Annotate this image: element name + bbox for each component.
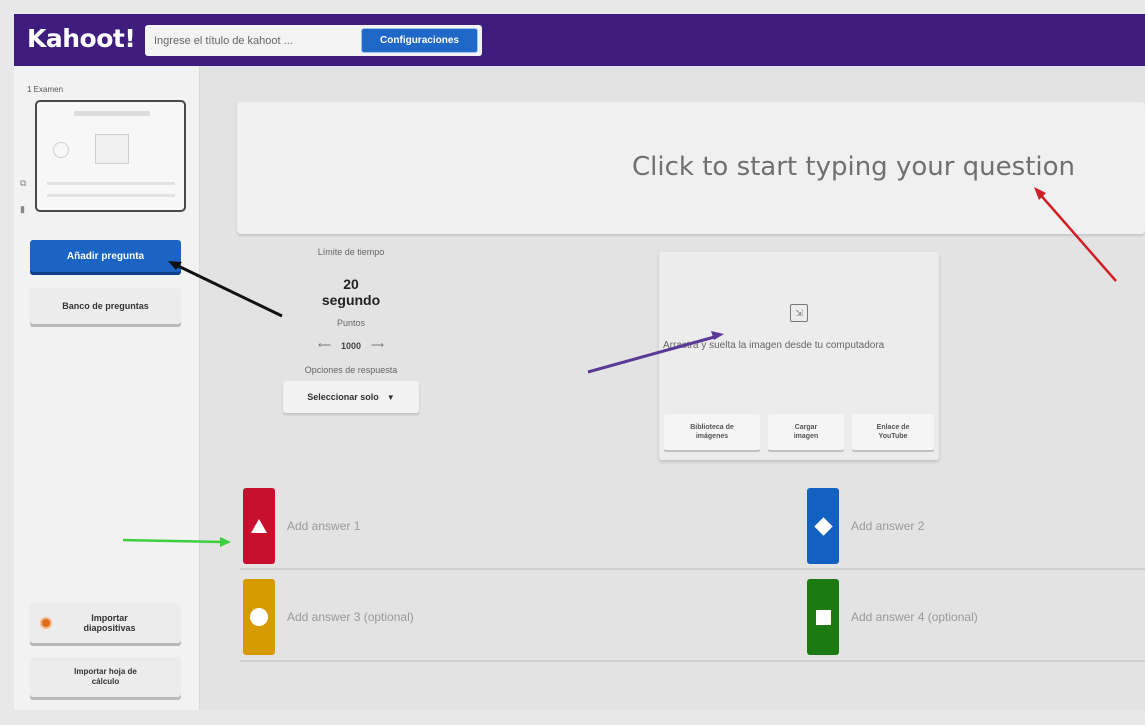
black-arrow [171, 261, 283, 318]
purple-arrow [587, 334, 719, 374]
green-arrowhead [220, 537, 231, 547]
green-arrow [122, 538, 224, 544]
annotation-arrows [122, 187, 1117, 547]
red-arrow [1037, 191, 1117, 282]
